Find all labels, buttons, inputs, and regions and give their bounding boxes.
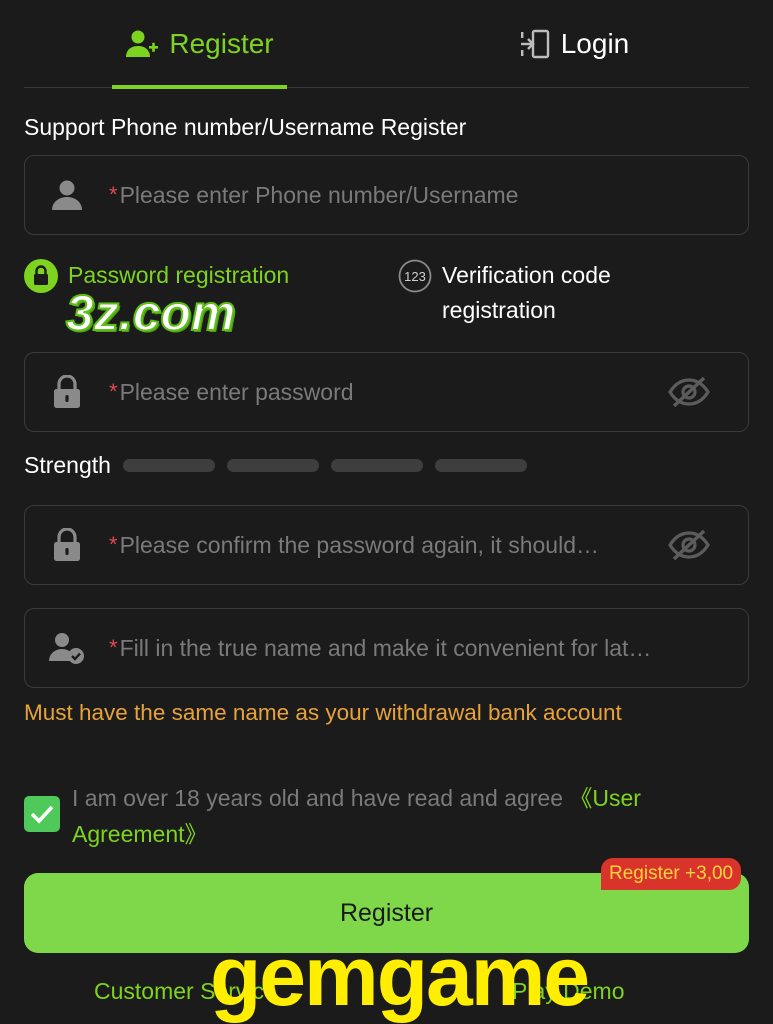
auth-tabs: Register Login xyxy=(24,0,749,89)
login-door-icon xyxy=(519,28,551,60)
strength-label: Strength xyxy=(24,452,111,478)
register-bonus-badge: Register +3,00 xyxy=(601,858,742,890)
username-field: * xyxy=(24,155,749,235)
tab-login[interactable]: Login xyxy=(504,0,644,88)
lock-circle-icon xyxy=(24,259,58,303)
confirm-password-field: * xyxy=(24,505,749,585)
name-warning: Must have the same name as your withdraw… xyxy=(24,700,622,725)
eye-off-icon[interactable] xyxy=(668,528,728,562)
verification-code-registration-option[interactable]: 123 Verification code registration xyxy=(398,258,672,328)
tab-register[interactable]: Register xyxy=(112,0,287,89)
real-name-field: * xyxy=(24,608,749,688)
confirm-password-input[interactable] xyxy=(119,531,644,559)
required-mark: * xyxy=(109,635,118,660)
user-plus-icon xyxy=(125,29,159,59)
tab-login-label: Login xyxy=(560,28,630,59)
eye-off-icon[interactable] xyxy=(668,375,728,409)
section-label: Support Phone number/Username Register xyxy=(24,114,467,140)
strength-bar-1 xyxy=(122,459,215,472)
lock-icon xyxy=(25,528,109,562)
required-mark: * xyxy=(109,182,118,207)
checkmark-icon xyxy=(30,805,54,824)
watermark-3z: 3z.com xyxy=(65,284,237,342)
agreement-row: I am over 18 years old and have read and… xyxy=(24,780,749,852)
required-mark: * xyxy=(109,379,118,404)
verification-code-registration-label: Verification code registration xyxy=(442,262,611,323)
agreement-text: I am over 18 years old and have read and… xyxy=(72,780,732,852)
password-field: * xyxy=(24,352,749,432)
watermark-gemgame: gemgame xyxy=(210,929,590,1023)
strength-bar-3 xyxy=(330,459,423,472)
password-input[interactable] xyxy=(119,378,644,406)
real-name-input[interactable] xyxy=(119,634,724,662)
tab-register-label: Register xyxy=(169,28,274,59)
user-icon xyxy=(25,178,109,212)
required-mark: * xyxy=(109,532,118,557)
agreement-checkbox[interactable] xyxy=(24,796,60,832)
numbers-icon-text: 123 xyxy=(404,269,426,284)
strength-bar-2 xyxy=(226,459,319,472)
numbers-circle-icon: 123 xyxy=(398,259,432,303)
user-check-icon xyxy=(25,631,109,665)
password-strength: Strength xyxy=(24,452,539,479)
agreement-statement: I am over 18 years old and have read and… xyxy=(72,785,563,811)
username-input[interactable] xyxy=(119,181,724,209)
strength-bar-4 xyxy=(434,459,527,472)
lock-icon xyxy=(25,375,109,409)
